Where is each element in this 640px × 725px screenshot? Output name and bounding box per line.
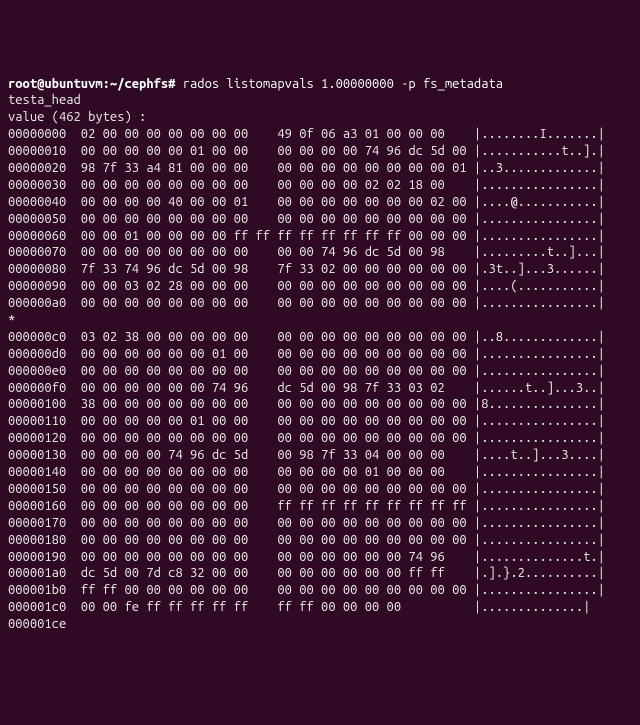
value-header: value (462 bytes) :: [8, 110, 146, 124]
shell-prompt: root@ubuntuvm:~/cephfs#: [8, 77, 175, 91]
omap-key: testa_head: [8, 93, 81, 107]
shell-command[interactable]: rados listomapvals 1.00000000 -p fs_meta…: [183, 77, 503, 91]
hex-dump: 00000000 02 00 00 00 00 00 00 00 49 0f 0…: [8, 126, 632, 633]
